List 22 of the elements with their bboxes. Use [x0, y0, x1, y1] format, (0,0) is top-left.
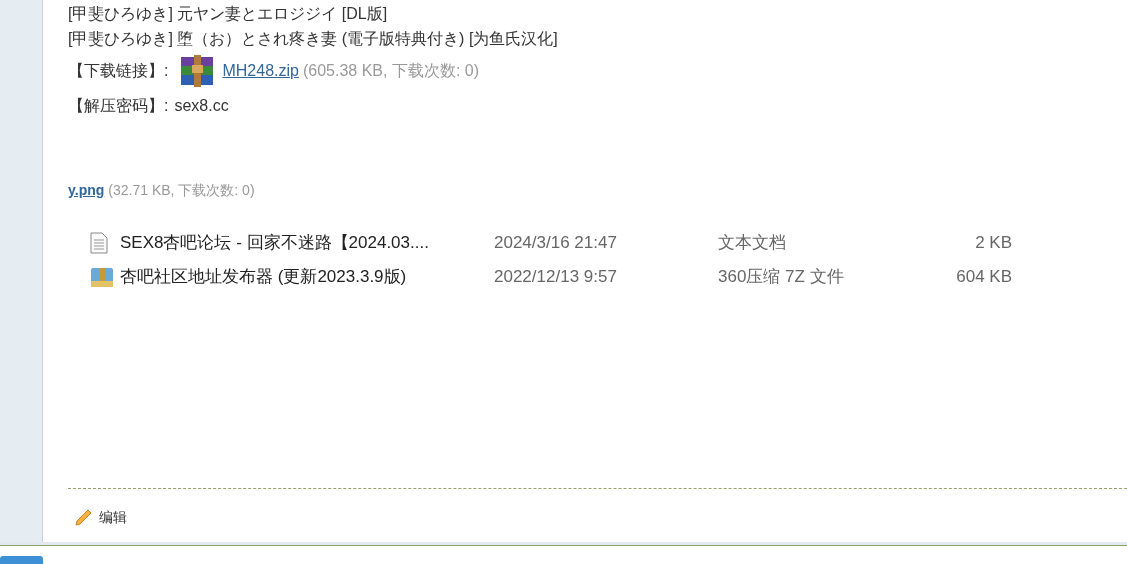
download-label: 【下载链接】:	[68, 61, 169, 81]
file-size: 2 KB	[974, 232, 1012, 254]
password-value: sex8.cc	[174, 96, 229, 116]
attachment-link[interactable]: MH248.zip	[222, 59, 299, 83]
post-text: [甲斐ひろゆき] 元ヤン妻とエロジジイ [DL版]	[68, 4, 389, 24]
attachment-link[interactable]: y.png	[68, 180, 105, 201]
attachment-info: (32.71 KB, 下载次数: 0)	[108, 181, 255, 200]
file-date: 2024/3/16 21:47	[494, 232, 618, 254]
file-name: SEX8杏吧论坛 - 回家不迷路【2024.03....	[120, 232, 430, 254]
attachment-info: (605.38 KB, 下载次数: 0)	[302, 61, 479, 81]
archive-icon	[90, 266, 114, 288]
document-icon	[90, 232, 108, 254]
post-text: [甲斐ひろゆき] 堕（お）とされ疼き妻 (電子版特典付き) [为鱼氏汉化]	[68, 29, 559, 49]
file-date: 2022/12/13 9:57	[494, 266, 618, 288]
file-name: 杏吧社区地址发布器 (更新2023.3.9版)	[120, 266, 408, 288]
pencil-icon	[73, 507, 93, 528]
toolbar-button[interactable]	[0, 556, 43, 564]
file-size: 604 KB	[955, 266, 1012, 288]
password-label: 【解压密码】:	[68, 96, 169, 116]
file-type: 文本文档	[718, 232, 787, 254]
file-type: 360压缩 7Z 文件	[718, 266, 845, 288]
edit-button[interactable]: 编辑	[73, 507, 127, 528]
